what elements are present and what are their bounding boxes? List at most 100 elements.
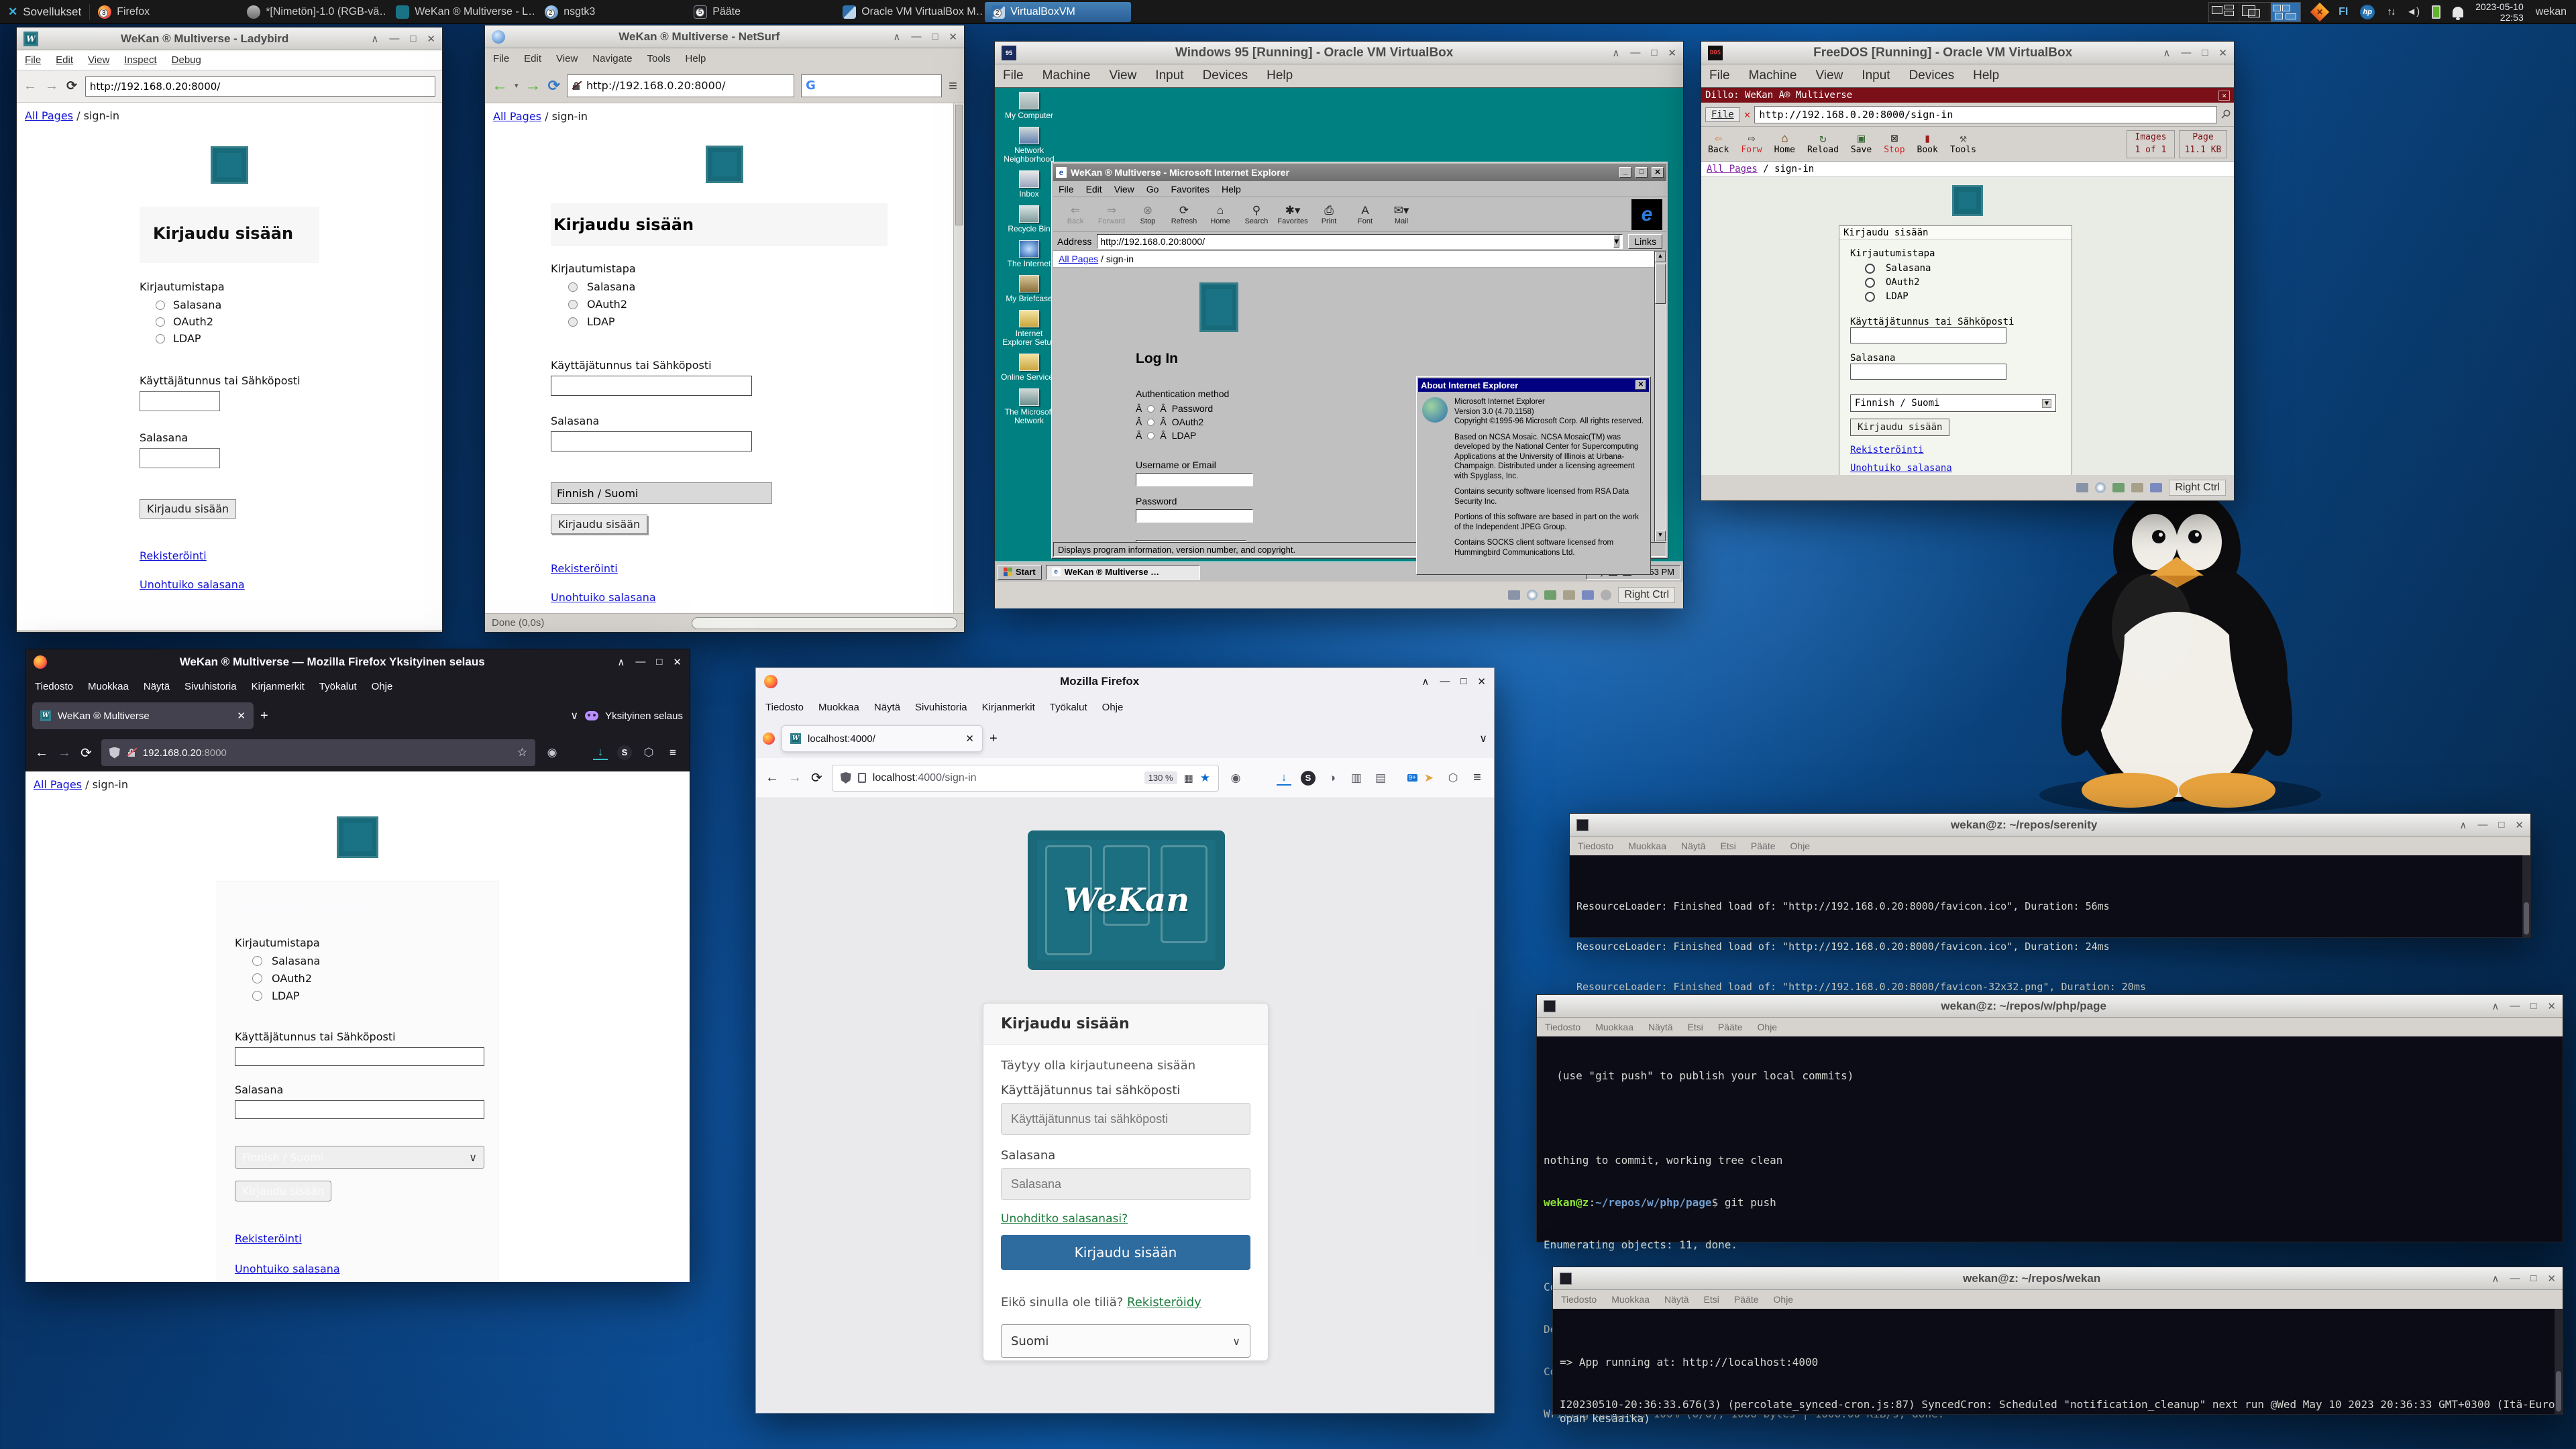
tab-list-icon[interactable]: ∨ (570, 709, 578, 722)
menu-devices[interactable]: Devices (1203, 68, 1248, 83)
s-ext-icon[interactable]: S (617, 745, 632, 760)
register-link[interactable]: Rekisteröinti (140, 549, 207, 562)
ie-scrollbar[interactable]: ▲▼ (1654, 251, 1666, 542)
minimize-button[interactable]: — (2181, 47, 2191, 59)
menu-sivuhistoria[interactable]: Sivuhistoria (184, 681, 237, 692)
url-input[interactable] (85, 76, 435, 97)
menu-help[interactable]: Help (1267, 68, 1293, 83)
dillo-back-button[interactable]: ⇦Back (1708, 133, 1729, 155)
back-icon[interactable]: ← (765, 770, 779, 786)
menu-machine[interactable]: Machine (1042, 68, 1091, 83)
password-input[interactable] (1001, 1168, 1250, 1200)
minimize-button[interactable]: — (1440, 676, 1450, 688)
ie-mail-button[interactable]: ✉▾Mail (1383, 204, 1419, 225)
pen-ext-icon[interactable]: ➤ (1421, 771, 1436, 785)
radio-ldap[interactable] (1865, 292, 1875, 302)
app-menu-icon[interactable]: ≡ (665, 746, 680, 759)
task-virtualbox-manager[interactable]: Oracle VM VirtualBox M… (836, 2, 982, 22)
menu-tools[interactable]: Tools (647, 53, 670, 64)
menu-sivuhistoria[interactable]: Sivuhistoria (915, 702, 967, 713)
password-input[interactable] (235, 1100, 484, 1119)
maximize-button[interactable]: □ (1460, 676, 1466, 688)
signin-button[interactable]: Kirjaudu sisään (235, 1181, 331, 1201)
breadcrumb-all-pages[interactable]: All Pages (34, 778, 82, 791)
dillo-save-button[interactable]: ▣Save (1851, 133, 1872, 155)
terminal-titlebar[interactable]: wekan@z: ~/repos/w/php/page ∧—□✕ (1537, 995, 2563, 1018)
dillo-search-icon[interactable]: ⚲ (2217, 106, 2233, 122)
menu-paate[interactable]: Pääte (1751, 841, 1776, 851)
menu-devices[interactable]: Devices (1909, 68, 1955, 83)
menu-icon[interactable]: ≡ (949, 77, 957, 95)
keyboard-layout[interactable]: FI (2339, 6, 2348, 18)
maximize-button[interactable]: □ (2530, 1000, 2536, 1012)
terminal-scrollbar[interactable] (2555, 1309, 2563, 1414)
new-tab-button[interactable]: + (989, 731, 998, 747)
forward-icon[interactable]: → (788, 770, 802, 786)
maximize-button[interactable]: □ (2530, 1273, 2536, 1285)
radio-oauth2[interactable] (568, 300, 578, 309)
signin-button[interactable]: Kirjaudu sisään (140, 499, 236, 519)
radio-password[interactable] (1147, 405, 1155, 413)
task-terminal[interactable]: 5 Pääte (687, 2, 833, 22)
username-input[interactable] (235, 1047, 484, 1066)
forward-icon[interactable]: → (525, 76, 541, 95)
password-input[interactable] (1136, 509, 1253, 523)
reload-icon[interactable]: ⟳ (548, 77, 560, 95)
zoom-level[interactable]: 130 % (1144, 771, 1177, 784)
firefox-titlebar[interactable]: WeKan ® Multiverse — Mozilla Firefox Yks… (25, 649, 690, 675)
reader-mode-icon[interactable]: ▦ (1184, 772, 1193, 784)
menu-input[interactable]: Input (1862, 68, 1890, 83)
card-ext-icon[interactable]: ▤ (1373, 771, 1388, 785)
netsurf-titlebar[interactable]: WeKan ® Multiverse - NetSurf ∧—□✕ (485, 25, 964, 48)
dillo-tools-button[interactable]: ⚒Tools (1950, 133, 1976, 155)
radio-oauth2[interactable] (1865, 278, 1875, 288)
session-user[interactable]: wekan (2536, 6, 2567, 18)
desktop-icon-the-internet[interactable]: The Internet (1000, 240, 1058, 268)
terminal-output[interactable]: ResourceLoader: Finished load of: "http:… (1570, 855, 2530, 937)
dillo-reload-button[interactable]: ↻Reload (1807, 133, 1839, 155)
ie-search-button[interactable]: ⚲Search (1238, 204, 1275, 225)
menu-ohje[interactable]: Ohje (1758, 1022, 1778, 1032)
forgot-password-link[interactable]: Unohtuiko salasana (140, 578, 245, 591)
tracking-shield-icon[interactable] (841, 772, 851, 784)
account-icon[interactable]: ⬡ (641, 746, 656, 759)
desktop-icon-inbox[interactable]: Inbox (1000, 170, 1058, 199)
radio-salasana[interactable] (252, 956, 262, 966)
username-input[interactable] (1850, 327, 2006, 343)
maximize-button[interactable]: □ (656, 656, 662, 668)
menu-ohje[interactable]: Ohje (1774, 1294, 1794, 1305)
menu-etsi[interactable]: Etsi (1688, 1022, 1703, 1032)
shade-button[interactable]: ∧ (617, 656, 625, 668)
shade-button[interactable]: ∧ (2491, 1000, 2499, 1012)
password-input[interactable] (551, 431, 752, 451)
menu-muokkaa[interactable]: Muokkaa (1595, 1022, 1633, 1032)
terminal-scrollbar[interactable] (2522, 855, 2530, 937)
battery-icon[interactable] (2432, 5, 2440, 19)
address-dropdown-icon[interactable]: ▾ (1613, 235, 1619, 248)
language-select[interactable]: Finnish / Suomi (551, 482, 772, 504)
forward-icon[interactable]: → (45, 78, 58, 94)
ie-stop-button[interactable]: ⊗Stop (1130, 204, 1166, 225)
breadcrumb-all-pages[interactable]: All Pages (493, 110, 541, 123)
vm-titlebar[interactable]: DOS FreeDOS [Running] - Oracle VM Virtua… (1701, 42, 2234, 64)
signin-button[interactable]: Kirjaudu sisään (551, 515, 647, 534)
dillo-clear-icon[interactable]: ✕ (1744, 108, 1751, 121)
terminal-output[interactable]: => App running at: http://localhost:4000… (1553, 1309, 2563, 1414)
ie-print-button[interactable]: ⎙Print (1311, 204, 1347, 225)
about-close-button[interactable]: ✕ (1635, 380, 1646, 390)
task-wekan-ie[interactable]: e WeKan ® Multiverse … (1046, 565, 1200, 580)
menu-ohje[interactable]: Ohje (1102, 702, 1124, 713)
minimize-button[interactable]: — (2510, 1000, 2520, 1012)
menu-view[interactable]: View (1815, 68, 1843, 83)
desktop-icon-my-computer[interactable]: My Computer (1000, 92, 1058, 120)
close-button[interactable]: ✕ (427, 33, 435, 45)
register-link[interactable]: Rekisteröinti (551, 562, 618, 575)
volume-icon[interactable]: ◄) (2406, 6, 2420, 17)
applications-menu[interactable]: ✕ Sovellukset (0, 0, 89, 24)
tab-wekan[interactable]: W WeKan ® Multiverse ✕ (32, 702, 254, 729)
forgot-password-link[interactable]: Unohtuiko salasana (1850, 463, 1952, 474)
shade-button[interactable]: ∧ (1421, 676, 1429, 688)
ie-minimize-button[interactable]: _ (1619, 167, 1631, 178)
breadcrumb-all-pages[interactable]: All Pages (1707, 164, 1758, 174)
ie-home-button[interactable]: ⌂Home (1202, 204, 1238, 225)
